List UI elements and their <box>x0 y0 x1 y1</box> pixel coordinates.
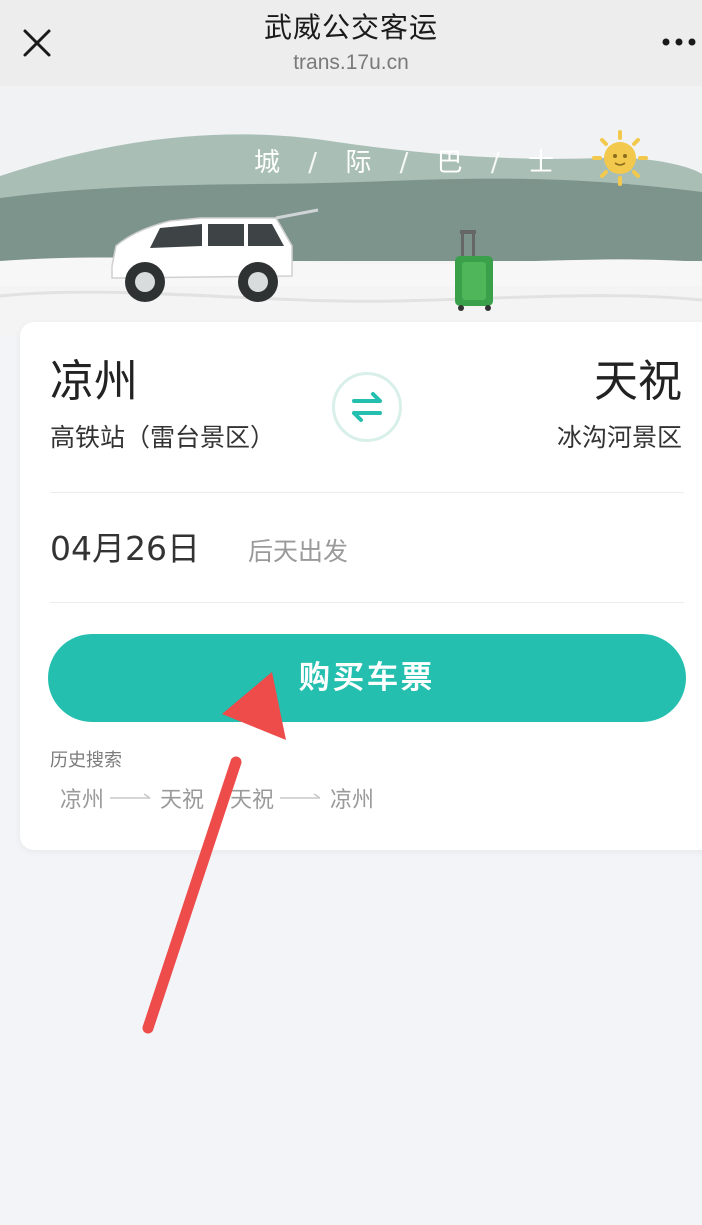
ticket-search-card: 凉州 高铁站（雷台景区） 天祝 冰沟河景区 04月26日 后天出发 购买车票 历… <box>20 322 702 850</box>
arrival-city[interactable]: 天祝 <box>594 352 682 412</box>
banner-char: 城 <box>254 148 285 178</box>
arrival-station[interactable]: 冰沟河景区 <box>557 420 682 456</box>
banner-char: 巴 <box>436 148 467 178</box>
page-title-block: 武威公交客运 trans.17u.cn <box>0 8 702 78</box>
swap-arrows-icon <box>352 392 382 422</box>
intercity-bus-banner: 城 / 际 / 巴 / 士 <box>0 86 702 336</box>
swap-route-button[interactable] <box>332 372 402 442</box>
departure-station[interactable]: 高铁站（雷台景区） <box>50 420 275 456</box>
search-history-label: 历史搜索 <box>50 750 122 771</box>
history-from: 天祝 <box>230 788 275 813</box>
top-navigation-bar: 武威公交客运 trans.17u.cn <box>0 0 702 86</box>
buy-ticket-button[interactable]: 购买车票 <box>48 634 686 722</box>
departure-city[interactable]: 凉州 <box>50 352 138 412</box>
divider <box>50 492 684 493</box>
right-arrow-icon <box>280 793 321 799</box>
banner-char: 士 <box>527 148 558 178</box>
history-to: 凉州 <box>330 788 375 813</box>
banner-char: 际 <box>345 148 376 178</box>
banner-title: 城 / 际 / 巴 / 士 <box>0 142 702 179</box>
search-history-list: 凉州 天祝 天祝 凉州 <box>60 782 374 814</box>
history-to: 天祝 <box>160 788 205 813</box>
more-options-icon[interactable] <box>658 26 698 58</box>
banner-illustration <box>0 86 702 336</box>
history-from: 凉州 <box>60 788 105 813</box>
history-item[interactable]: 凉州 天祝 <box>60 782 204 814</box>
page-title: 武威公交客运 <box>263 11 438 44</box>
history-item[interactable]: 天祝 凉州 <box>230 782 374 814</box>
departure-date-note: 后天出发 <box>248 537 349 566</box>
departure-date[interactable]: 04月26日 <box>50 526 200 572</box>
divider <box>50 602 684 603</box>
page-domain: trans.17u.cn <box>293 51 409 74</box>
right-arrow-icon <box>110 793 151 799</box>
